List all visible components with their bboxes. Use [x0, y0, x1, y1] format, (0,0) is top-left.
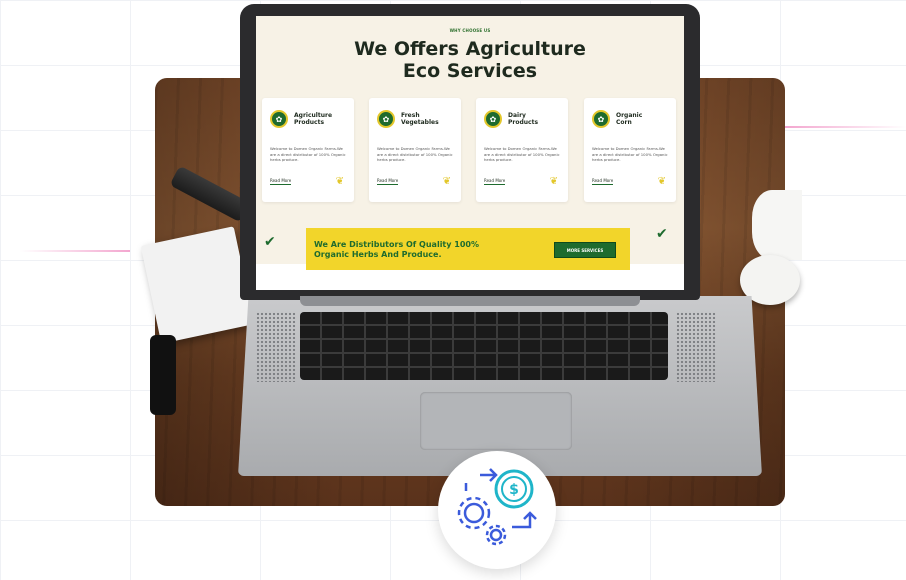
- card-title: Fresh Vegetables: [401, 112, 439, 126]
- section-eyebrow: WHY CHOOSE US: [449, 28, 491, 33]
- wheat-icon: ❦: [442, 176, 451, 187]
- read-more-link[interactable]: Read More: [270, 178, 292, 185]
- accent-line-left: [20, 250, 130, 252]
- card-description: Welcome to Domen Organic Farms.We are a …: [592, 146, 668, 162]
- milk-bottle-icon: ✿: [484, 110, 502, 128]
- headline-line-2: Eco Services: [402, 60, 538, 82]
- keyboard-rows: [300, 312, 668, 380]
- service-card[interactable]: ✿ Organic Corn Welcome to Domen Organic F…: [584, 98, 676, 202]
- notebook: [140, 226, 255, 344]
- laptop-hinge: [300, 296, 640, 306]
- accent-line-right: [785, 126, 906, 128]
- read-more-link[interactable]: Read More: [377, 178, 399, 185]
- read-more-link[interactable]: Read More: [592, 178, 614, 185]
- distributor-banner: We Are Distributors Of Quality 100% Orga…: [306, 228, 630, 270]
- service-card[interactable]: ✿ Agriculture Products Welcome to Domen O…: [262, 98, 354, 202]
- trackpad: [420, 392, 572, 450]
- card-title: Dairy Products: [508, 112, 539, 126]
- headline-line-1: We Offers Agriculture: [354, 38, 586, 60]
- card-title: Organic Corn: [616, 112, 643, 126]
- wheat-icon: ❦: [657, 176, 666, 187]
- service-cards: ✿ Agriculture Products Welcome to Domen O…: [262, 98, 678, 202]
- service-card[interactable]: ✿ Fresh Vegetables Welcome to Domen Organ…: [369, 98, 461, 202]
- section-headline: We Offers Agriculture Eco Services: [256, 38, 684, 82]
- gear-dollar-badge: $: [438, 451, 556, 569]
- banner-text: We Are Distributors Of Quality 100% Orga…: [314, 240, 479, 259]
- gear-dollar-icon: $: [457, 468, 537, 546]
- leaf-icon: ✔: [656, 226, 668, 242]
- wheat-icon: ❦: [335, 176, 344, 187]
- card-description: Welcome to Domen Organic Farms.We are a …: [484, 146, 560, 162]
- svg-text:$: $: [509, 482, 519, 498]
- card-description: Welcome to Domen Organic Farms.We are a …: [270, 146, 346, 162]
- more-services-button[interactable]: MORE SERVICES: [554, 242, 616, 258]
- card-description: Welcome to Domen Organic Farms.We are a …: [377, 146, 453, 162]
- service-card[interactable]: ✿ Dairy Products Welcome to Domen Organic…: [476, 98, 568, 202]
- laptop-screen: WHY CHOOSE US We Offers Agriculture Eco …: [256, 16, 684, 290]
- speaker-left: [256, 312, 296, 382]
- read-more-link[interactable]: Read More: [484, 178, 506, 185]
- corn-icon: ✿: [592, 110, 610, 128]
- coffee-cup: [752, 190, 802, 260]
- card-title: Agriculture Products: [294, 112, 333, 126]
- speaker-right: [676, 312, 716, 382]
- carrot-icon: ✿: [377, 110, 395, 128]
- phone: [150, 335, 176, 415]
- leaf-icon: ✔: [264, 234, 276, 250]
- wheat-icon: ❦: [549, 176, 558, 187]
- apple-icon: ✿: [270, 110, 288, 128]
